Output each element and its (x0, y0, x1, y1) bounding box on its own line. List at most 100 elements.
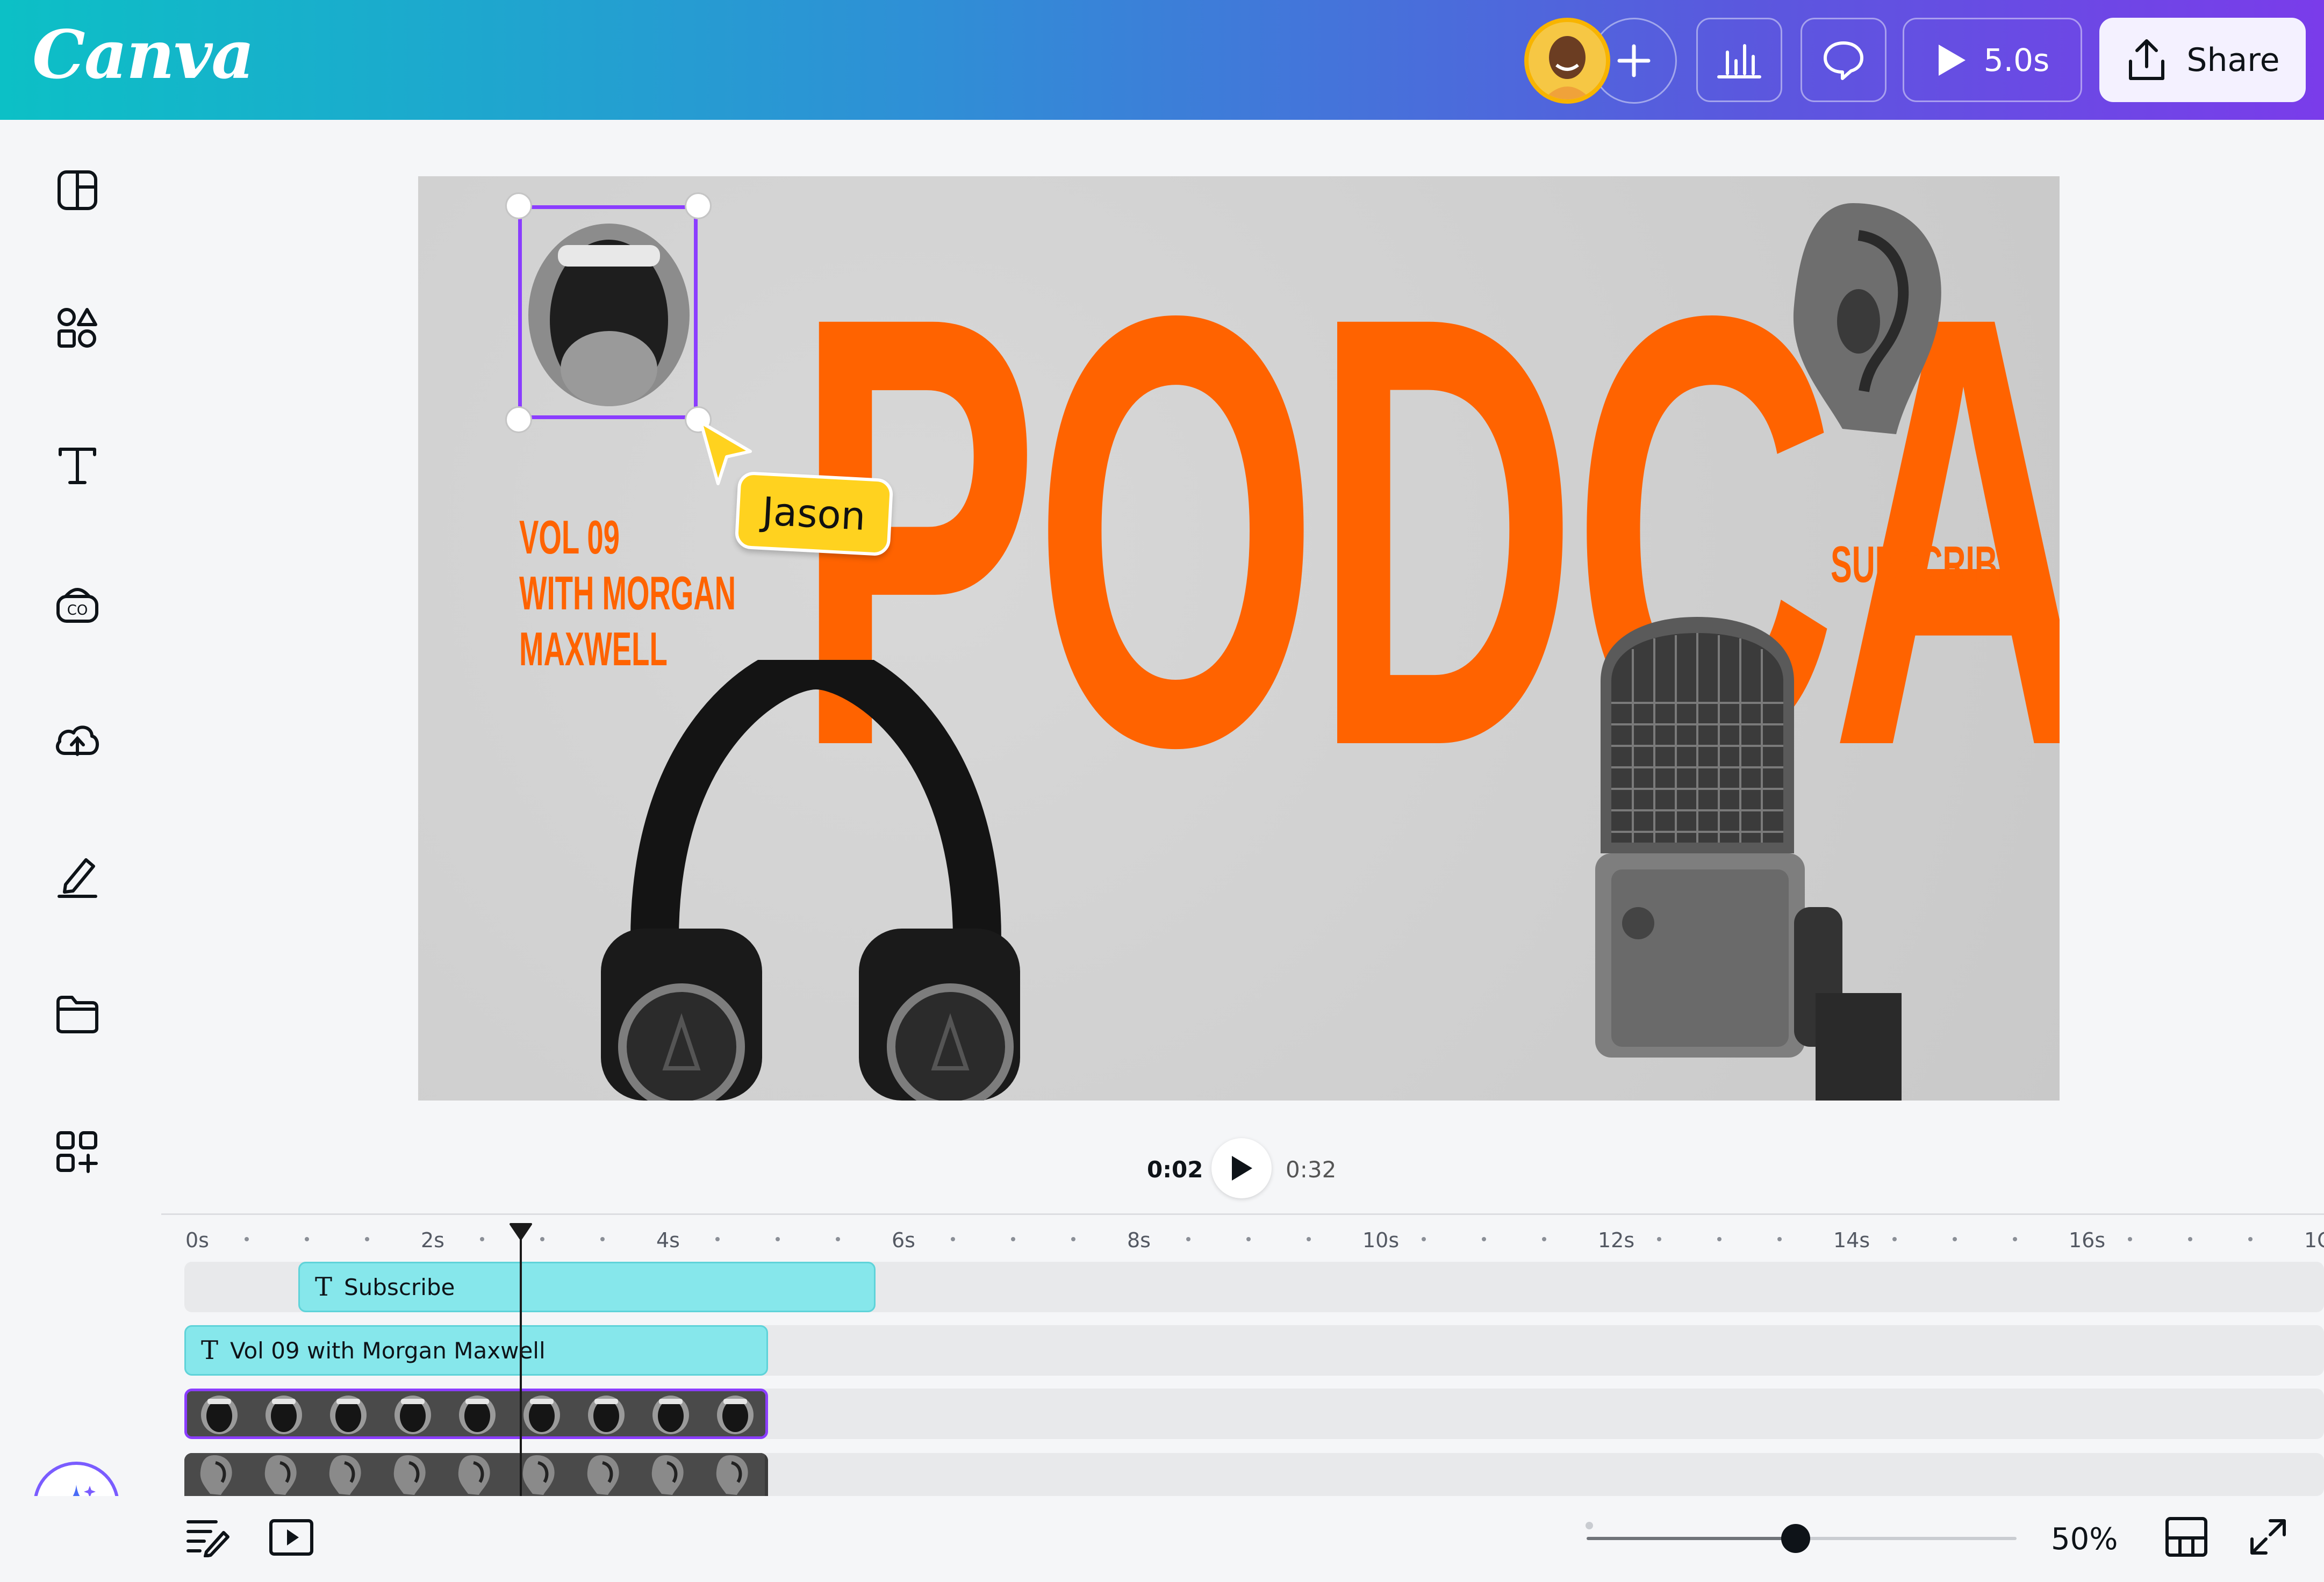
episode-label[interactable]: VOL 09 WITH MORGAN MAXWELL (519, 509, 736, 677)
tick-dot (951, 1237, 955, 1241)
clip-ear[interactable] (184, 1453, 768, 1496)
ear-thumbnail (313, 1453, 378, 1496)
tick-dot (2248, 1237, 2253, 1241)
headphones-image[interactable] (579, 660, 1052, 1101)
ear-thumbnail (184, 1453, 249, 1496)
zoom-slider-handle[interactable] (1781, 1524, 1810, 1553)
tick-dot (1422, 1237, 1426, 1241)
tick-dot (2188, 1237, 2192, 1241)
mouth-thumbnail (187, 1391, 252, 1436)
grid-view-icon (2165, 1517, 2207, 1557)
tick-dot (1542, 1237, 1546, 1241)
clip-vol[interactable]: T Vol 09 with Morgan Maxwell (184, 1325, 768, 1376)
video-icon (269, 1519, 313, 1556)
zoom-percentage[interactable]: 50% (2051, 1522, 2118, 1557)
tick-label: 2s (421, 1228, 444, 1252)
tick-dot (245, 1237, 249, 1241)
apps-icon[interactable] (52, 1126, 103, 1178)
resize-handle-bottom-left[interactable] (505, 406, 532, 433)
elements-icon[interactable] (52, 302, 103, 354)
tick-dot (365, 1237, 369, 1241)
share-label: Share (2186, 41, 2280, 79)
comment-icon (1824, 41, 1863, 80)
tick-dot (2013, 1237, 2017, 1241)
avatar[interactable] (1524, 18, 1610, 104)
tick-dot (1186, 1237, 1190, 1241)
mouth-thumbnail (316, 1391, 381, 1436)
tick-dot (1246, 1237, 1251, 1241)
tick-dot (1011, 1237, 1015, 1241)
play-icon (1938, 44, 1966, 76)
tick-dot (600, 1237, 605, 1241)
zoom-min-dot (1586, 1522, 1593, 1529)
tick-dot (1717, 1237, 1722, 1241)
zoom-slider-fill (1587, 1537, 1796, 1540)
grid-view-button[interactable] (2165, 1516, 2208, 1559)
uploads-icon[interactable] (52, 715, 103, 766)
ear-thumbnail (378, 1453, 442, 1496)
tick-dot (1482, 1237, 1486, 1241)
ear-thumbnail (700, 1453, 765, 1496)
clip-label: Vol 09 with Morgan Maxwell (230, 1337, 546, 1364)
playhead-handle[interactable] (508, 1222, 533, 1241)
tick-dot (836, 1237, 840, 1241)
present-button[interactable]: 5.0s (1903, 18, 2082, 102)
total-time: 0:32 (1286, 1156, 1337, 1183)
share-icon (2129, 39, 2165, 80)
text-icon: T (315, 1272, 333, 1302)
svg-text:CO: CO (67, 602, 88, 619)
tick-label: 6s (892, 1228, 915, 1252)
episode-line-1: VOL 09 (519, 510, 620, 564)
ear-thumbnail (442, 1453, 507, 1496)
play-duration: 5.0s (1983, 41, 2050, 78)
tick-label: 16s (2069, 1228, 2106, 1252)
current-time: 0:02 (1147, 1156, 1203, 1183)
fullscreen-button[interactable] (2249, 1518, 2287, 1558)
tick-label: 0s (185, 1228, 209, 1252)
notes-icon (187, 1520, 229, 1558)
projects-icon[interactable] (52, 989, 103, 1040)
resize-handle-top-left[interactable] (505, 192, 532, 219)
microphone-image[interactable] (1579, 617, 1902, 1101)
collaborator-tag: Jason (734, 471, 894, 557)
ear-thumbnail (571, 1453, 636, 1496)
expand-icon (2250, 1519, 2286, 1555)
text-icon: T (201, 1335, 219, 1365)
canva-logo[interactable]: Canva (32, 16, 255, 94)
resize-handle-top-right[interactable] (685, 192, 712, 219)
design-canvas[interactable]: PODCAST VOL 09 WITH MORGAN MAXWELL SUBSC… (418, 176, 2060, 1101)
play-icon (1232, 1156, 1252, 1181)
mouth-thumbnail (574, 1391, 639, 1436)
top-bar: Canva 5.0s Share (0, 0, 2324, 120)
draw-icon[interactable] (52, 851, 103, 903)
notes-button[interactable] (185, 1516, 230, 1559)
play-button[interactable] (1211, 1138, 1272, 1198)
tick-label: 1O: (2304, 1228, 2324, 1252)
tick-dot (540, 1237, 544, 1241)
insights-button[interactable] (1696, 18, 1782, 102)
mouth-thumbnail (703, 1391, 765, 1436)
brand-icon[interactable]: CO (52, 577, 103, 629)
tick-dot (1953, 1237, 1957, 1241)
tick-dot (1657, 1237, 1661, 1241)
design-icon[interactable] (52, 164, 103, 216)
mouth-thumbnail (252, 1391, 316, 1436)
mouth-thumbnail (381, 1391, 445, 1436)
tick-dot (480, 1237, 484, 1241)
tick-dot (1892, 1237, 1897, 1241)
subscribe-label[interactable]: SUBSCRIBE (1831, 535, 2019, 594)
timeline-view-button[interactable] (269, 1519, 314, 1558)
comment-button[interactable] (1801, 18, 1887, 102)
ear-image[interactable] (1778, 198, 1950, 440)
ear-thumbnail (249, 1453, 313, 1496)
share-button[interactable]: Share (2099, 18, 2306, 102)
playhead[interactable] (520, 1229, 522, 1496)
tick-label: 12s (1598, 1228, 1635, 1252)
text-icon[interactable] (52, 440, 103, 491)
tick-dot (305, 1237, 309, 1241)
ear-thumbnail (507, 1453, 571, 1496)
timeline-ruler (161, 1213, 2324, 1215)
clip-subscribe[interactable]: T Subscribe (298, 1262, 876, 1312)
clip-mouth[interactable] (184, 1389, 768, 1439)
tick-dot (1071, 1237, 1075, 1241)
